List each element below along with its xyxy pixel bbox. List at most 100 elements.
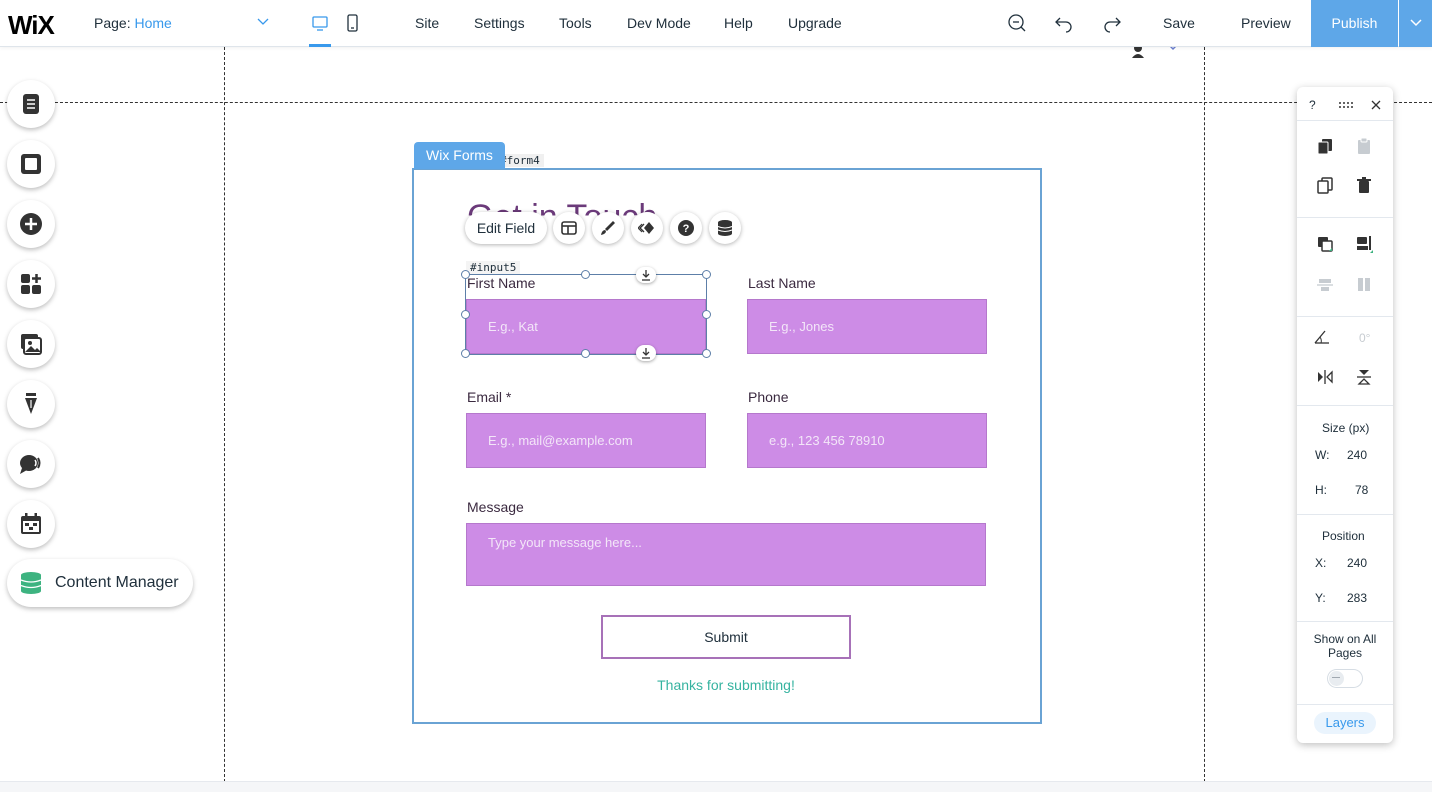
resize-handle[interactable] — [461, 310, 470, 319]
background-icon — [21, 154, 41, 174]
resize-handle[interactable] — [702, 349, 711, 358]
help-button[interactable]: ? — [670, 212, 702, 244]
resize-handle[interactable] — [702, 310, 711, 319]
chevron-down-icon[interactable] — [255, 13, 271, 29]
arrange-icon[interactable] — [1316, 235, 1334, 253]
rotate-icon[interactable] — [1313, 328, 1331, 346]
toggle-knob — [1329, 671, 1344, 686]
height-label: H: — [1315, 483, 1327, 497]
menu-site[interactable]: Site — [415, 15, 439, 31]
desktop-icon[interactable] — [309, 12, 331, 34]
resize-handle[interactable] — [581, 270, 590, 279]
rotation-value[interactable]: 0° — [1359, 331, 1370, 345]
page-selector-value: Home — [134, 15, 172, 31]
content-manager-button[interactable]: Content Manager — [7, 559, 193, 607]
zoom-out-icon[interactable] — [1006, 12, 1028, 34]
resize-handle[interactable] — [461, 270, 470, 279]
y-value[interactable]: 283 — [1347, 591, 1367, 605]
menu-help[interactable]: Help — [724, 15, 753, 31]
last-name-input[interactable]: E.g., Jones — [747, 299, 987, 354]
menu-upgrade[interactable]: Upgrade — [788, 15, 842, 31]
calendar-icon — [21, 513, 41, 534]
resize-handle[interactable] — [702, 270, 711, 279]
menu-settings[interactable]: Settings — [474, 15, 525, 31]
flip-vertical-icon[interactable] — [1355, 368, 1373, 386]
pen-icon — [25, 393, 37, 414]
drag-handle-icon[interactable] — [1337, 96, 1355, 114]
chat-icon — [20, 455, 41, 474]
width-label: W: — [1315, 448, 1330, 462]
align-icon[interactable] — [1355, 235, 1373, 253]
flip-horizontal-icon[interactable] — [1316, 368, 1334, 386]
submit-button[interactable]: Submit — [601, 615, 851, 659]
email-input[interactable]: E.g., mail@example.com — [466, 413, 706, 468]
layers-button[interactable]: Layers — [1314, 712, 1376, 734]
stretch-handle[interactable] — [636, 345, 656, 361]
mobile-icon[interactable] — [341, 12, 363, 34]
database-icon — [717, 220, 733, 236]
menu-tools[interactable]: Tools — [559, 15, 592, 31]
canvas-guide-right — [1204, 47, 1205, 792]
chat-button[interactable] — [7, 440, 55, 488]
add-icon — [20, 213, 42, 235]
arrow-down-icon — [642, 270, 650, 281]
animation-button[interactable] — [631, 212, 663, 244]
first-name-label: First Name — [467, 275, 536, 291]
bookings-button[interactable] — [7, 500, 55, 548]
divider — [1297, 405, 1393, 406]
delete-icon[interactable] — [1355, 176, 1373, 194]
add-apps-button[interactable] — [7, 260, 55, 308]
message-textarea[interactable]: Type your message here... — [466, 523, 986, 586]
height-value[interactable]: 78 — [1355, 483, 1368, 497]
close-icon[interactable] — [1367, 96, 1385, 114]
add-elements-button[interactable] — [7, 200, 55, 248]
copy-icon[interactable] — [1316, 137, 1334, 155]
last-name-label: Last Name — [748, 275, 816, 291]
success-message[interactable]: Thanks for submitting! — [600, 677, 852, 693]
stretch-handle[interactable] — [636, 267, 656, 283]
show-on-all-pages-toggle[interactable] — [1328, 670, 1362, 687]
blog-button[interactable] — [7, 380, 55, 428]
bottom-scroll-strip — [0, 781, 1432, 792]
undo-icon[interactable] — [1053, 12, 1075, 34]
chevron-down-icon — [1410, 19, 1422, 27]
wix-logo[interactable]: WiX — [8, 10, 55, 41]
redo-icon[interactable] — [1101, 12, 1123, 34]
svg-text:?: ? — [683, 223, 690, 235]
help-icon: ? — [678, 220, 694, 236]
background-button[interactable] — [7, 140, 55, 188]
publish-button[interactable]: Publish — [1311, 0, 1398, 47]
page-selector-label: Page: — [94, 15, 131, 31]
resize-handle[interactable] — [581, 349, 590, 358]
duplicate-icon[interactable] — [1316, 176, 1334, 194]
publish-dropdown-button[interactable] — [1399, 0, 1432, 47]
design-button[interactable] — [592, 212, 624, 244]
connect-data-button[interactable] — [709, 212, 741, 244]
content-manager-label: Content Manager — [55, 574, 179, 591]
first-name-input[interactable]: E.g., Kat — [466, 299, 706, 354]
wix-forms-tag[interactable]: Wix Forms — [414, 142, 505, 169]
divider — [1297, 621, 1393, 622]
x-value[interactable]: 240 — [1347, 556, 1367, 570]
layout-button[interactable] — [553, 212, 585, 244]
desktop-active-indicator — [309, 44, 331, 47]
paste-icon — [1358, 137, 1370, 154]
page-selector[interactable]: Page: Home — [94, 15, 172, 31]
resize-handle[interactable] — [461, 349, 470, 358]
preview-button[interactable]: Preview — [1241, 15, 1291, 31]
width-value[interactable]: 240 — [1347, 448, 1367, 462]
show-on-all-pages-label: Show on All Pages — [1313, 632, 1377, 660]
pages-icon — [23, 94, 39, 114]
phone-input[interactable]: e.g., 123 456 78910 — [747, 413, 987, 468]
media-button[interactable] — [7, 320, 55, 368]
menu-dev-mode[interactable]: Dev Mode — [627, 15, 691, 31]
save-button[interactable]: Save — [1163, 15, 1195, 31]
arrow-down-icon — [642, 348, 650, 359]
x-label: X: — [1315, 556, 1327, 570]
pages-button[interactable] — [7, 80, 55, 128]
y-label: Y: — [1315, 591, 1326, 605]
help-icon[interactable]: ? — [1309, 98, 1316, 112]
divider — [1297, 514, 1393, 515]
edit-field-button[interactable]: Edit Field — [465, 212, 547, 244]
top-bar: WiX Page: Home Site Settings Tools Dev M… — [0, 0, 1432, 47]
